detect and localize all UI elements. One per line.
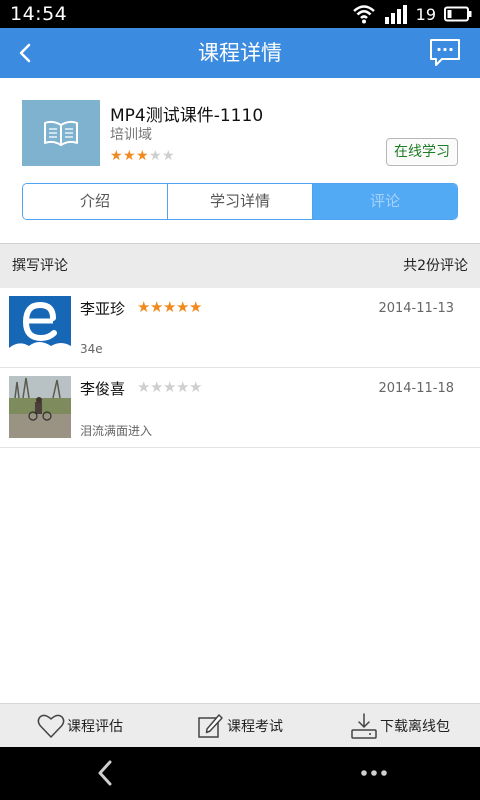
status-time: 14:54 (10, 3, 68, 25)
download-offline-button[interactable]: 下载离线包 (320, 704, 480, 747)
write-comment-link[interactable]: 撰写评论 (12, 244, 68, 288)
app-header: 课程详情 (0, 28, 480, 78)
course-summary: MP4测试课件-1110 培训域 ★ ★ ★ ★ ★ 在线学习 介绍 学习详情 评论 (0, 78, 480, 243)
book-icon (44, 120, 78, 146)
tab-comments[interactable]: 评论 (312, 184, 457, 219)
status-bar: 14:54 19 (0, 0, 480, 28)
course-evaluate-label: 课程评估 (67, 718, 123, 735)
chat-button[interactable] (428, 37, 462, 69)
star-filled-icon: ★ (150, 298, 164, 316)
battery-level: 19 (415, 4, 436, 24)
comment-date: 2014-11-13 (378, 301, 454, 316)
comment-item: 李亚珍 ★ ★ ★ ★ ★ 2014-11-13 34e (0, 288, 480, 368)
course-exam-button[interactable]: 课程考试 (160, 704, 320, 747)
chat-bubble-icon (430, 39, 460, 66)
course-rating: ★ ★ ★ ★ ★ (110, 149, 175, 163)
edit-pencil-icon (198, 713, 223, 738)
star-empty-icon: ★ (176, 378, 190, 396)
star-filled-icon: ★ (176, 298, 190, 316)
online-learn-button[interactable]: 在线学习 (386, 138, 458, 166)
star-filled-icon: ★ (136, 148, 149, 164)
page-title: 课程详情 (198, 41, 282, 65)
course-category: 培训域 (110, 127, 152, 143)
download-icon (351, 712, 377, 739)
avatar (9, 376, 71, 438)
course-title: MP4测试课件-1110 (110, 106, 264, 126)
star-empty-icon: ★ (162, 148, 175, 164)
comment-date: 2014-11-18 (378, 381, 454, 396)
status-icons: 19 (352, 4, 472, 24)
signal-icon (384, 5, 407, 24)
comment-item: 李俊喜 ★ ★ ★ ★ ★ 2014-11-18 泪流满面进入 (0, 368, 480, 448)
download-offline-label: 下载离线包 (380, 718, 450, 735)
comment-count: 共2份评论 (403, 258, 468, 274)
star-empty-icon: ★ (149, 148, 162, 164)
course-exam-label: 课程考试 (227, 718, 283, 735)
nav-more-icon[interactable] (358, 761, 390, 785)
battery-icon (444, 6, 472, 22)
tab-intro[interactable]: 介绍 (23, 184, 167, 219)
star-filled-icon: ★ (110, 148, 123, 164)
star-filled-icon: ★ (137, 298, 151, 316)
back-button[interactable] (6, 34, 44, 72)
star-filled-icon: ★ (163, 298, 177, 316)
star-empty-icon: ★ (189, 378, 203, 396)
comment-rating: ★ ★ ★ ★ ★ (137, 298, 203, 316)
star-empty-icon: ★ (150, 378, 164, 396)
nav-back-icon[interactable] (90, 757, 122, 789)
bottom-toolbar: 课程评估 课程考试 下载离线包 (0, 703, 480, 747)
detail-tabs: 介绍 学习详情 评论 (22, 183, 458, 220)
star-filled-icon: ★ (123, 148, 136, 164)
system-nav-bar (0, 747, 480, 800)
comment-text: 泪流满面进入 (80, 424, 153, 438)
comments-header: 撰写评论 共2份评论 (0, 244, 480, 288)
course-thumbnail (22, 100, 100, 166)
comment-text: 34e (80, 342, 103, 356)
wifi-icon (352, 5, 375, 24)
course-evaluate-button[interactable]: 课程评估 (0, 704, 160, 747)
star-empty-icon: ★ (137, 378, 151, 396)
comment-rating: ★ ★ ★ ★ ★ (137, 378, 203, 396)
star-filled-icon: ★ (189, 298, 203, 316)
e-logo-avatar-icon (9, 296, 71, 358)
photo-avatar-icon (9, 376, 71, 438)
heart-icon (37, 714, 65, 738)
comment-author: 李亚珍 (80, 300, 126, 318)
comment-author: 李俊喜 (80, 380, 126, 398)
star-empty-icon: ★ (163, 378, 177, 396)
avatar (9, 296, 71, 358)
tab-study-details[interactable]: 学习详情 (167, 184, 312, 219)
back-arrow-icon (19, 43, 31, 63)
